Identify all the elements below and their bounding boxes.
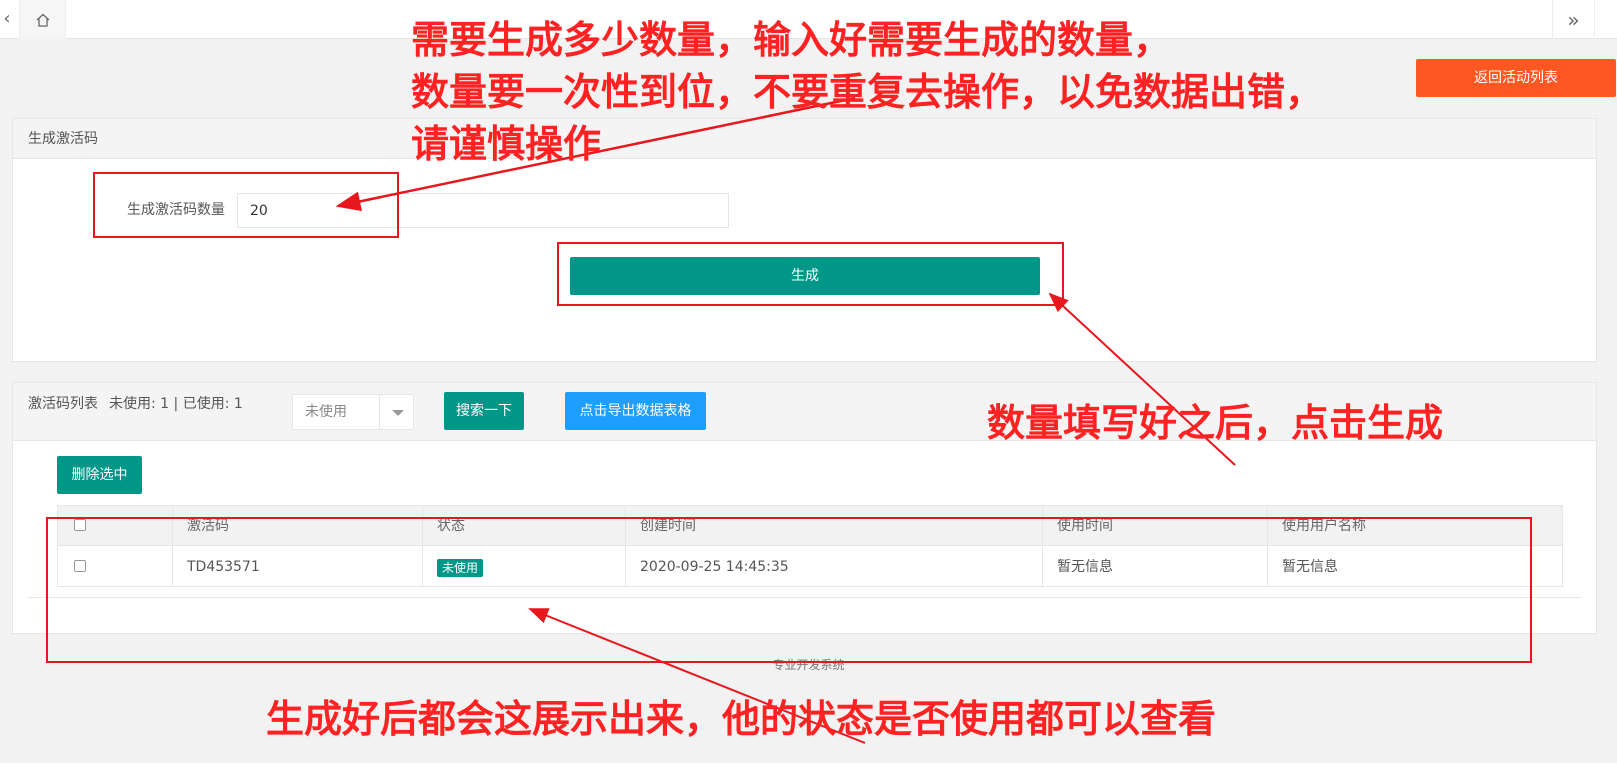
annotation-top-line-1: 需要生成多少数量，输入好需要生成的数量， bbox=[411, 18, 1172, 62]
annotation-top-line-3: 请谨慎操作 bbox=[411, 122, 602, 166]
annotation-right: 数量填写好之后，点击生成 bbox=[987, 401, 1444, 445]
annotation-top-line-2: 数量要一次性到位，不要重复去操作，以免数据出错， bbox=[411, 70, 1324, 114]
annotation-top: 需要生成多少数量，输入好需要生成的数量， 数量要一次性到位，不要重复去操作，以免… bbox=[411, 14, 1323, 170]
annotation-bottom: 生成好后都会这展示出来，他的状态是否使用都可以查看 bbox=[266, 697, 1217, 741]
